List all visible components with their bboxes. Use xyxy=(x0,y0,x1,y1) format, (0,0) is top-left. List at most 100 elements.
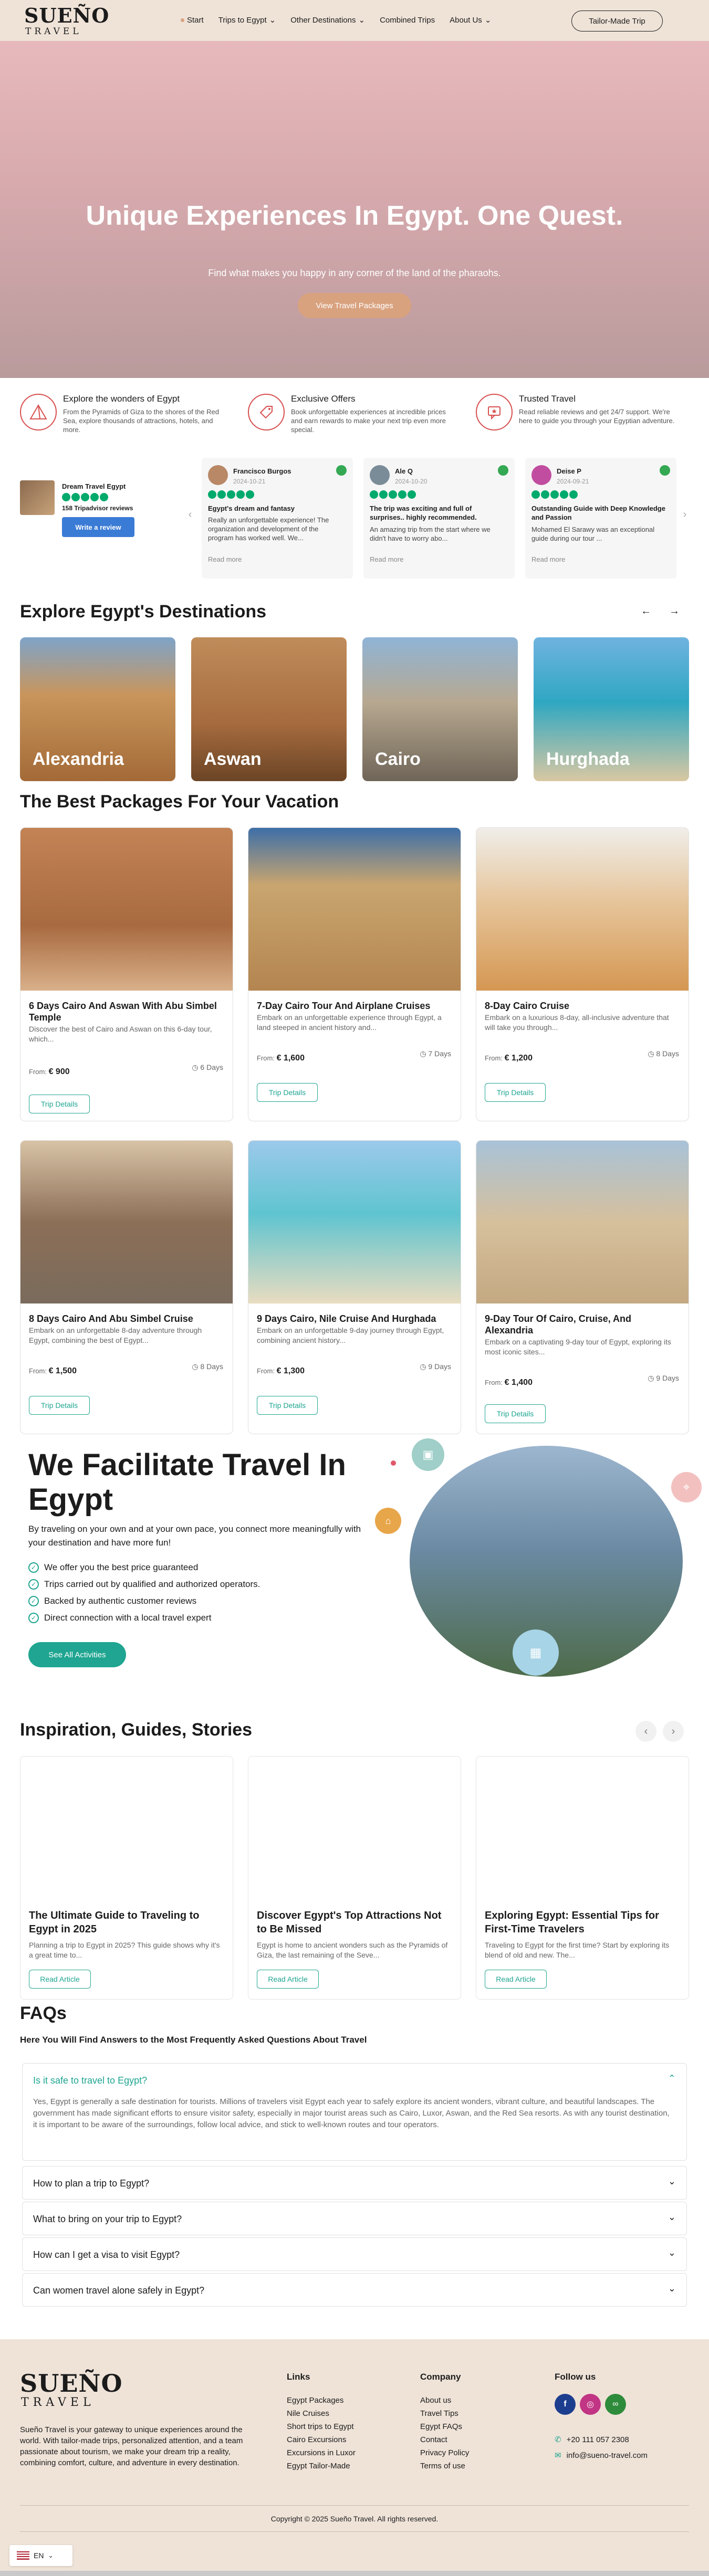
arrow-left-icon[interactable]: ‹ xyxy=(635,1721,656,1742)
feature-explore: Explore the wonders of Egypt From the Py… xyxy=(20,391,230,438)
trip-details-button[interactable]: Trip Details xyxy=(485,1083,546,1102)
menu-item-trips-to-egypt[interactable]: Trips to Egypt ⌄ xyxy=(211,14,284,26)
from-label: From xyxy=(257,1054,273,1062)
package-price: From: € 1,200 xyxy=(485,1054,533,1063)
faq-item[interactable]: How can I get a visa to visit Egypt? ⌄ xyxy=(22,2237,687,2271)
package-duration: ◷ 6 Days xyxy=(192,1063,223,1072)
footer-link[interactable]: Terms of use xyxy=(420,2459,469,2473)
blog-card[interactable]: Discover Egypt's Top Attractions Not to … xyxy=(248,1756,461,2000)
footer-email[interactable]: ✉ info@sueno-travel.com xyxy=(555,2451,648,2461)
see-all-activities-button[interactable]: See All Activities xyxy=(28,1642,126,1667)
package-title: 9 Days Cairo, Nile Cruise And Hurghada xyxy=(257,1313,436,1324)
duration-label: 9 Days xyxy=(428,1362,451,1371)
arrow-left-icon[interactable]: ← xyxy=(635,601,656,622)
footer-link[interactable]: Privacy Policy xyxy=(420,2446,469,2459)
trip-details-button[interactable]: Trip Details xyxy=(29,1095,90,1113)
read-article-button[interactable]: Read Article xyxy=(257,1970,319,1989)
package-card[interactable]: 8 Days Cairo And Abu Simbel Cruise Embar… xyxy=(20,1140,233,1434)
photo-icon: ▣ xyxy=(412,1438,444,1471)
footer-link[interactable]: About us xyxy=(420,2394,469,2407)
faq-item[interactable]: Can women travel alone safely in Egypt? … xyxy=(22,2273,687,2307)
trip-details-button[interactable]: Trip Details xyxy=(257,1083,318,1102)
footer-link[interactable]: Cairo Excursions xyxy=(287,2433,356,2446)
footer-link[interactable]: Excursions in Luxor xyxy=(287,2446,356,2459)
rating-bubbles xyxy=(208,490,254,499)
site-logo[interactable]: SUEÑO TRAVEL xyxy=(24,5,113,37)
footer-link[interactable]: Short trips to Egypt xyxy=(287,2420,356,2433)
footer-phone[interactable]: ✆ +20 111 057 2308 xyxy=(555,2435,629,2445)
from-label: From xyxy=(485,1054,501,1062)
package-card[interactable]: 9-Day Tour Of Cairo, Cruise, And Alexand… xyxy=(476,1140,689,1434)
clock-icon: ◷ xyxy=(648,1374,656,1382)
blog-card[interactable]: Exploring Egypt: Essential Tips for Firs… xyxy=(476,1756,689,2000)
footer-link[interactable]: Nile Cruises xyxy=(287,2407,356,2420)
write-review-button[interactable]: Write a review xyxy=(62,517,134,537)
carousel-prev-icon[interactable]: ‹ xyxy=(184,508,196,521)
clock-icon: ◷ xyxy=(192,1063,201,1071)
destination-card-aswan[interactable]: Aswan xyxy=(191,637,347,781)
horizontal-scrollbar[interactable] xyxy=(0,2571,709,2576)
check-icon: ✓ xyxy=(28,1579,39,1590)
trip-details-button[interactable]: Trip Details xyxy=(29,1396,90,1415)
trip-details-button[interactable]: Trip Details xyxy=(257,1396,318,1415)
blog-card-title: The Ultimate Guide to Traveling to Egypt… xyxy=(29,1910,200,1935)
rating-bubble-icon xyxy=(560,490,568,499)
menu-item-combined-trips[interactable]: Combined Trips xyxy=(372,14,442,26)
tailor-made-trip-button[interactable]: Tailor-Made Trip xyxy=(571,10,663,31)
instagram-icon[interactable]: ◎ xyxy=(580,2394,601,2415)
phone-number: +20 111 057 2308 xyxy=(566,2435,629,2444)
view-packages-button[interactable]: View Travel Packages xyxy=(298,293,411,318)
footer-link[interactable]: Egypt FAQs xyxy=(420,2420,469,2433)
footer-links-column: Links Egypt Packages Nile Cruises Short … xyxy=(287,2372,356,2473)
read-more-link[interactable]: Read more xyxy=(370,555,403,563)
trip-details-button[interactable]: Trip Details xyxy=(485,1404,546,1423)
review-icon xyxy=(476,394,513,430)
facebook-icon[interactable]: f xyxy=(555,2394,576,2415)
footer-link[interactable]: Travel Tips xyxy=(420,2407,469,2420)
package-card[interactable]: 6 Days Cairo And Aswan With Abu Simbel T… xyxy=(20,827,233,1121)
arrow-right-icon[interactable]: › xyxy=(663,1721,684,1742)
read-article-button[interactable]: Read Article xyxy=(29,1970,91,1989)
footer-link[interactable]: Egypt Packages xyxy=(287,2394,356,2407)
menu-item-other-destinations[interactable]: Other Destinations ⌄ xyxy=(283,14,372,26)
faq-item[interactable]: How to plan a trip to Egypt? ⌄ xyxy=(22,2166,687,2200)
carousel-next-icon[interactable]: › xyxy=(679,508,691,521)
top-navbar: SUEÑO TRAVEL Start Trips to Egypt ⌄ Other… xyxy=(0,0,709,41)
logo-wordmark: SUEÑO xyxy=(20,2369,123,2398)
package-card[interactable]: 8-Day Cairo Cruise Embark on a luxurious… xyxy=(476,827,689,1121)
menu-item-label: Other Destinations xyxy=(290,15,356,25)
rating-bubble-icon xyxy=(569,490,578,499)
package-duration: ◷ 9 Days xyxy=(420,1362,451,1371)
package-price: From: € 1,600 xyxy=(257,1054,305,1063)
package-card[interactable]: 7-Day Cairo Tour And Airplane Cruises Em… xyxy=(248,827,461,1121)
read-article-button[interactable]: Read Article xyxy=(485,1970,547,1989)
blog-card[interactable]: The Ultimate Guide to Traveling to Egypt… xyxy=(20,1756,233,2000)
tripadvisor-icon[interactable]: ∞ xyxy=(605,2394,626,2415)
read-more-link[interactable]: Read more xyxy=(208,555,242,563)
rating-bubble-icon xyxy=(408,490,416,499)
footer-link[interactable]: Contact xyxy=(420,2433,469,2446)
check-icon: ✓ xyxy=(28,1562,39,1573)
menu-item-start[interactable]: Start xyxy=(173,14,211,26)
faq-item[interactable]: What to bring on your trip to Egypt? ⌄ xyxy=(22,2202,687,2235)
footer-link[interactable]: Egypt Tailor-Made xyxy=(287,2459,356,2473)
package-card[interactable]: 9 Days Cairo, Nile Cruise And Hurghada E… xyxy=(248,1140,461,1434)
language-code: EN xyxy=(34,2551,44,2560)
destination-card-alexandria[interactable]: Alexandria xyxy=(20,637,175,781)
destinations-title: Explore Egypt's Destinations xyxy=(20,602,267,622)
menu-item-about-us[interactable]: About Us ⌄ xyxy=(442,14,498,26)
blog-card-excerpt: Planning a trip to Egypt in 2025? This g… xyxy=(29,1941,220,1959)
arrow-right-icon[interactable]: → xyxy=(664,601,685,622)
package-image xyxy=(248,1141,461,1303)
destination-card-hurghada[interactable]: Hurghada xyxy=(534,637,689,781)
footer-logo[interactable]: SUEÑO TRAVEL xyxy=(20,2371,123,2409)
language-selector[interactable]: EN ⌄ xyxy=(9,2545,72,2566)
faq-item-open[interactable]: Is it safe to travel to Egypt? ⌃ Yes, Eg… xyxy=(22,2063,687,2161)
from-label: From xyxy=(29,1068,45,1076)
package-description: Embark on a luxurious 8-day, all-inclusi… xyxy=(485,1013,669,1032)
destination-card-cairo[interactable]: Cairo xyxy=(362,637,518,781)
avatar xyxy=(531,465,551,485)
package-description: Embark on an unforgettable 9-day journey… xyxy=(257,1326,444,1344)
feature-offers: Exclusive Offers Book unforgettable expe… xyxy=(248,391,458,438)
read-more-link[interactable]: Read more xyxy=(531,555,565,563)
